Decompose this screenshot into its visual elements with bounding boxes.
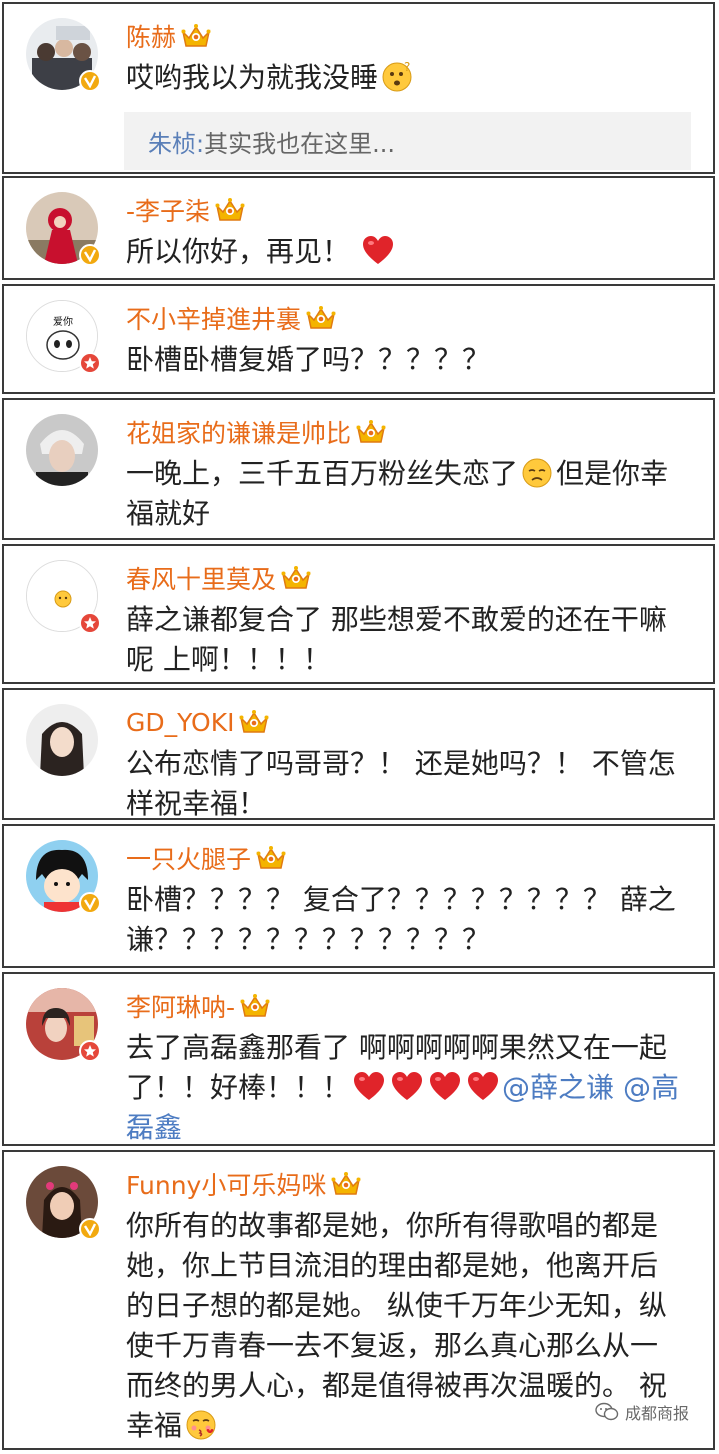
username-text: 不小辛掉進井裏 bbox=[126, 305, 302, 334]
verified-badge-icon bbox=[79, 70, 101, 92]
crown-icon bbox=[181, 23, 211, 49]
crown-icon bbox=[215, 197, 245, 223]
username[interactable]: 春风十里莫及 bbox=[126, 560, 311, 596]
red-heart-icon bbox=[391, 1071, 423, 1103]
watermark-text: 成都商报 bbox=[624, 1404, 689, 1423]
crown-icon bbox=[281, 565, 311, 591]
comment-card: 李阿琳呐- 去了高磊鑫那看了 啊啊啊啊啊果然又在一起了！！好棒！！！ @薛之谦 @… bbox=[2, 972, 715, 1146]
username-text: GD_YOKI bbox=[126, 707, 235, 737]
sad-face-icon bbox=[521, 457, 553, 489]
red-heart-icon bbox=[467, 1071, 499, 1103]
username[interactable]: 一只火腿子 bbox=[126, 840, 286, 876]
crown-icon bbox=[256, 845, 286, 871]
username[interactable]: 李阿琳呐- bbox=[126, 988, 270, 1024]
username-text: -李子柒 bbox=[126, 197, 211, 226]
verified-badge-icon bbox=[79, 244, 101, 266]
comment-card: 一只火腿子 卧槽？？？？ 复合了？？？？？？？？ 薛之谦？？？？？？？？？？？？ bbox=[2, 824, 715, 968]
comment-text: 所以你好，再见！ bbox=[126, 232, 685, 272]
verified-badge-icon bbox=[79, 1218, 101, 1240]
verified-badge-icon bbox=[79, 352, 101, 374]
comment-card: 爱你 不小辛掉進井裏 卧槽卧槽复婚了吗？？？？？ bbox=[2, 284, 715, 394]
username-text: 花姐家的谦谦是帅比 bbox=[126, 419, 352, 448]
kiss-face-icon bbox=[185, 1409, 217, 1441]
username[interactable]: GD_YOKI bbox=[126, 704, 269, 740]
source-watermark: 成都商报 bbox=[595, 1400, 689, 1424]
username[interactable]: -李子柒 bbox=[126, 192, 245, 228]
comment-text: 一晚上，三千五百万粉丝失恋了 但是你幸福就好 bbox=[126, 454, 685, 534]
red-heart-icon bbox=[429, 1071, 461, 1103]
comment-text: 哎哟我以为就我没睡 bbox=[126, 58, 685, 98]
crown-icon bbox=[239, 709, 269, 735]
comment-card: -李子柒 所以你好，再见！ bbox=[2, 176, 715, 280]
verified-badge-icon bbox=[79, 612, 101, 634]
comment-text: 公布恋情了吗哥哥？！ 还是她吗？！ 不管怎样祝幸福！ bbox=[126, 744, 685, 824]
username-text: 李阿琳呐- bbox=[126, 993, 236, 1022]
comment-text: 去了高磊鑫那看了 啊啊啊啊啊果然又在一起了！！好棒！！！ @薛之谦 @高磊鑫 bbox=[126, 1028, 685, 1148]
comment-text-span: 你所有的故事都是她，你所有得歌唱的都是她，你上节目流泪的理由都是她，他离开后的日… bbox=[126, 1209, 667, 1442]
thinking-face-icon bbox=[381, 61, 413, 93]
avatar[interactable] bbox=[26, 414, 98, 486]
comment-card: 春风十里莫及 薛之谦都复合了 那些想爱不敢爱的还在干嘛呢 上啊！！！！ bbox=[2, 544, 715, 684]
comment-text-span: 薛之谦都复合了 那些想爱不敢爱的还在干嘛呢 上啊！！！！ bbox=[126, 603, 667, 676]
reply-box[interactable]: 朱桢: 其实我也在这里... bbox=[124, 112, 691, 170]
reply-username[interactable]: 朱桢: bbox=[148, 124, 204, 159]
crown-icon bbox=[240, 993, 270, 1019]
comment-card: 陈赫 哎哟我以为就我没睡 朱桢: 其实我也在这里... bbox=[2, 2, 715, 174]
wechat-icon bbox=[595, 1402, 619, 1421]
comment-card: 花姐家的谦谦是帅比 一晚上，三千五百万粉丝失恋了 但是你幸福就好 bbox=[2, 398, 715, 540]
comment-card: GD_YOKI 公布恋情了吗哥哥？！ 还是她吗？！ 不管怎样祝幸福！ bbox=[2, 688, 715, 820]
comment-text-span: 一晚上，三千五百万粉丝失恋了 bbox=[126, 457, 519, 490]
red-heart-icon bbox=[362, 235, 394, 267]
comment-card: Funny小可乐妈咪 你所有的故事都是她，你所有得歌唱的都是她，你上节目流泪的理… bbox=[2, 1150, 715, 1450]
mention-link[interactable]: @薛之谦 bbox=[502, 1071, 614, 1104]
comment-text-span: 哎哟我以为就我没睡 bbox=[126, 61, 379, 94]
comment-text-span: 所以你好，再见！ bbox=[126, 235, 351, 268]
username[interactable]: 花姐家的谦谦是帅比 bbox=[126, 414, 386, 450]
verified-badge-icon bbox=[79, 892, 101, 914]
red-heart-icon bbox=[353, 1071, 385, 1103]
username-text: 陈赫 bbox=[126, 23, 177, 52]
svg-text:爱你: 爱你 bbox=[53, 315, 73, 328]
username-text: 春风十里莫及 bbox=[126, 565, 277, 594]
username[interactable]: 陈赫 bbox=[126, 18, 211, 54]
username-text: Funny小可乐妈咪 bbox=[126, 1171, 327, 1200]
comment-text: 卧槽卧槽复婚了吗？？？？？ bbox=[126, 340, 685, 380]
comment-text: 卧槽？？？？ 复合了？？？？？？？？ 薛之谦？？？？？？？？？？？？ bbox=[126, 880, 685, 960]
comment-text-span: 卧槽卧槽复婚了吗？？？？？ bbox=[126, 343, 491, 376]
username[interactable]: Funny小可乐妈咪 bbox=[126, 1166, 361, 1202]
reply-text: 其实我也在这里... bbox=[204, 129, 395, 158]
comment-text: 薛之谦都复合了 那些想爱不敢爱的还在干嘛呢 上啊！！！！ bbox=[126, 600, 685, 680]
username[interactable]: 不小辛掉進井裏 bbox=[126, 300, 336, 336]
avatar[interactable] bbox=[26, 704, 98, 776]
comment-text-span: 卧槽？？？？ 复合了？？？？？？？？ 薛之谦？？？？？？？？？？？？ bbox=[126, 883, 676, 956]
comment-text-span: 公布恋情了吗哥哥？！ 还是她吗？！ 不管怎样祝幸福！ bbox=[126, 747, 676, 820]
crown-icon bbox=[331, 1171, 361, 1197]
crown-icon bbox=[356, 419, 386, 445]
verified-badge-icon bbox=[79, 1040, 101, 1062]
crown-icon bbox=[306, 305, 336, 331]
username-text: 一只火腿子 bbox=[126, 845, 252, 874]
